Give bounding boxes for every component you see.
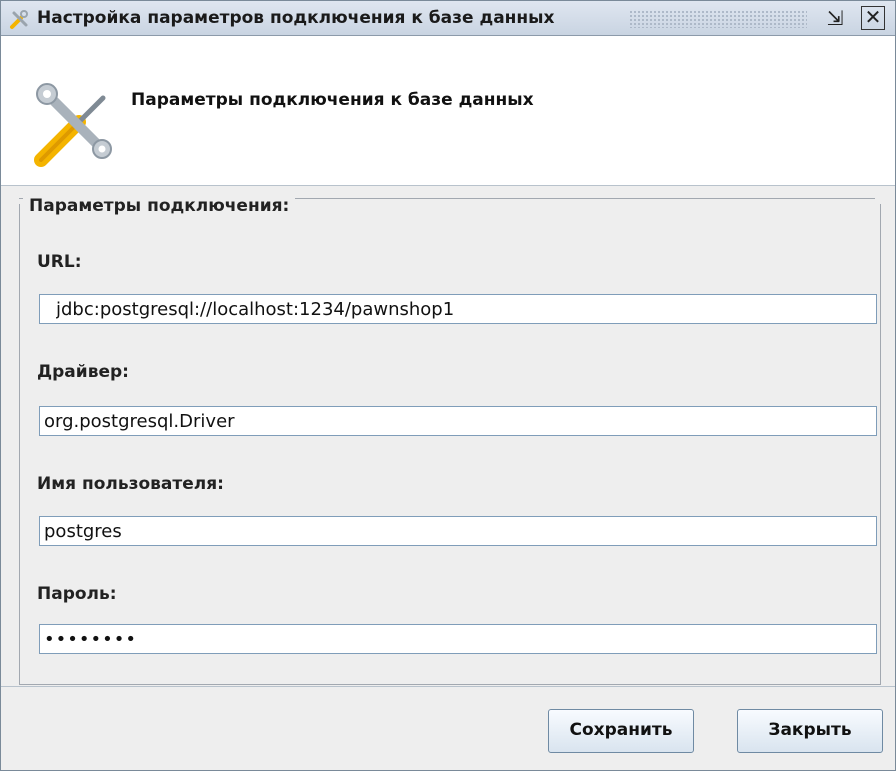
settings-dialog: Настройка параметров подключения к базе … <box>0 0 896 771</box>
save-button[interactable]: Сохранить <box>548 709 694 753</box>
title-bar[interactable]: Настройка параметров подключения к базе … <box>1 1 895 36</box>
close-button[interactable]: Закрыть <box>737 709 883 753</box>
driver-label: Драйвер: <box>37 362 129 382</box>
restore-window-icon[interactable]: ⇲ <box>823 6 847 30</box>
username-field[interactable] <box>39 516 877 546</box>
username-label: Имя пользователя: <box>37 474 224 494</box>
dialog-heading: Параметры подключения к базе данных <box>131 90 534 110</box>
wrench-screwdriver-icon <box>34 83 112 167</box>
window-title: Настройка параметров подключения к базе … <box>37 8 555 28</box>
dialog-footer: Сохранить Закрыть <box>1 686 895 770</box>
driver-field[interactable] <box>39 406 877 436</box>
password-label: Пароль: <box>37 584 117 604</box>
dialog-header: Параметры подключения к базе данных <box>1 36 895 186</box>
connection-form: Параметры подключения: URL: Драйвер: Имя… <box>1 186 895 686</box>
url-label: URL: <box>37 252 82 272</box>
url-field[interactable] <box>39 294 877 324</box>
connection-group-title: Параметры подключения: <box>23 196 296 216</box>
close-window-icon[interactable]: ✕ <box>861 6 885 30</box>
password-field[interactable] <box>39 624 877 654</box>
title-bar-grip <box>629 10 807 28</box>
tools-icon <box>10 10 28 29</box>
